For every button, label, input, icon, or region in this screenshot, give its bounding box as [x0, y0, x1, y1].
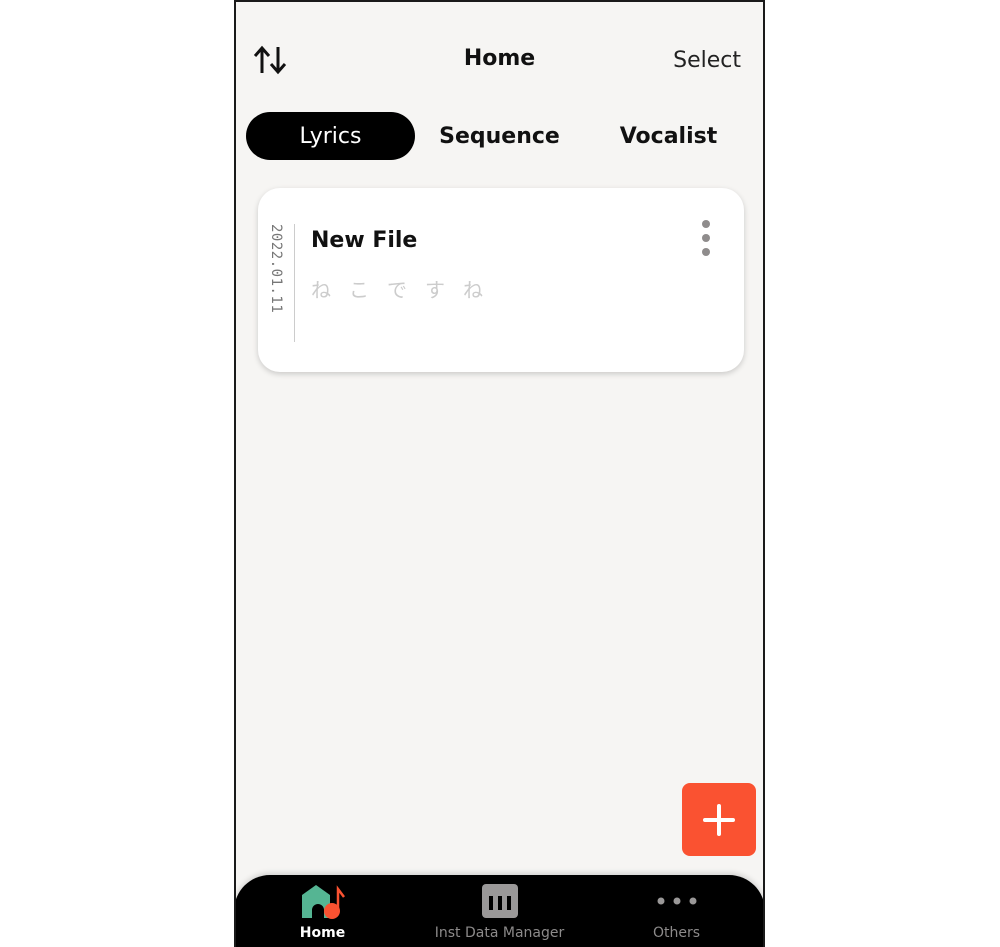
- piano-keys-icon: [481, 884, 518, 918]
- nav-others[interactable]: Others: [588, 875, 763, 947]
- nav-home[interactable]: Home: [236, 875, 411, 947]
- divider: [294, 224, 295, 342]
- category-tabs: Lyrics Sequence Vocalist: [246, 112, 753, 160]
- file-lyrics-preview: ねこですね: [311, 278, 501, 302]
- nav-inst-data-manager[interactable]: Inst Data Manager: [411, 875, 588, 947]
- plus-icon: [703, 803, 735, 836]
- nav-others-label: Others: [652, 925, 701, 941]
- more-vertical-icon[interactable]: [698, 220, 714, 256]
- add-file-button[interactable]: [682, 783, 756, 856]
- select-button[interactable]: Select: [673, 48, 741, 73]
- tab-lyrics[interactable]: Lyrics: [246, 112, 415, 160]
- file-title: New File: [311, 228, 418, 253]
- tab-vocalist[interactable]: Vocalist: [584, 112, 753, 160]
- home-music-icon: [301, 885, 345, 919]
- nav-home-label: Home: [299, 925, 346, 941]
- file-card[interactable]: 2022.01.11 New File ねこですね: [258, 188, 744, 372]
- header: Home Select: [236, 42, 763, 82]
- file-date: 2022.01.11: [268, 224, 284, 314]
- more-horizontal-icon: [657, 897, 696, 905]
- app-screen: Home Select Lyrics Sequence Vocalist 202…: [234, 0, 765, 947]
- bottom-nav: Home Inst Data Manager Others: [236, 875, 763, 947]
- nav-inst-label: Inst Data Manager: [434, 925, 565, 941]
- tab-sequence[interactable]: Sequence: [415, 112, 584, 160]
